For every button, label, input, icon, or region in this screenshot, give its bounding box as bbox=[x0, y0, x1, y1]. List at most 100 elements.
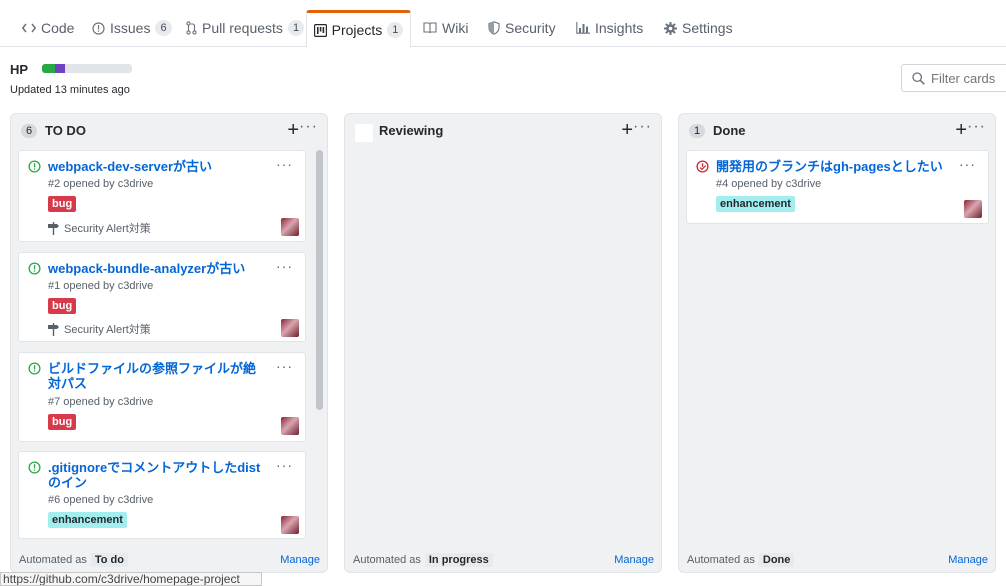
card-menu-button[interactable]: ··· bbox=[276, 258, 293, 274]
closed-issue-icon bbox=[696, 160, 709, 173]
automated-as-label: Automated as bbox=[687, 554, 755, 566]
assignee-avatar[interactable] bbox=[281, 516, 299, 534]
column-menu-button[interactable]: ··· bbox=[633, 118, 652, 136]
label-enhancement[interactable]: enhancement bbox=[716, 196, 795, 212]
manage-automation-link[interactable]: Manage bbox=[948, 554, 988, 566]
card-milestone[interactable]: Security Alert対策 bbox=[48, 321, 151, 337]
issue-card[interactable]: webpack-dev-serverが古い ··· #2 opened by c… bbox=[18, 150, 306, 242]
automation-value: To do bbox=[90, 553, 128, 567]
tab-label: Security bbox=[505, 20, 556, 36]
projects-counter: 1 bbox=[387, 22, 404, 38]
column-title: TO DO bbox=[45, 123, 86, 138]
assignee-avatar[interactable] bbox=[281, 417, 299, 435]
project-name: HP bbox=[10, 62, 29, 77]
column-card-count: 1 bbox=[689, 124, 706, 138]
tab-settings[interactable]: Settings bbox=[664, 10, 733, 46]
card-title-link[interactable]: ビルドファイルの参照ファイルが絶対パス bbox=[48, 361, 266, 391]
open-issue-icon bbox=[28, 362, 41, 375]
gear-icon bbox=[664, 21, 677, 35]
milestone-label: Security Alert対策 bbox=[64, 324, 151, 336]
column-menu-button[interactable]: ··· bbox=[299, 118, 318, 136]
column-header: 1 Done + ··· bbox=[679, 114, 995, 148]
code-icon bbox=[22, 22, 36, 34]
card-menu-button[interactable]: ··· bbox=[276, 457, 293, 473]
card-title-link[interactable]: webpack-dev-serverが古い bbox=[48, 159, 266, 174]
column-todo: 6 TO DO + ··· webpack-dev-serverが古い ··· … bbox=[10, 113, 328, 573]
open-issue-icon bbox=[28, 160, 41, 173]
issues-counter: 6 bbox=[155, 20, 172, 36]
tab-code[interactable]: Code bbox=[22, 10, 74, 46]
tab-issues[interactable]: Issues 6 bbox=[92, 10, 172, 46]
card-menu-button[interactable]: ··· bbox=[276, 358, 293, 374]
shield-icon bbox=[488, 21, 500, 35]
card-meta: #7 opened by c3drive bbox=[48, 396, 154, 408]
issue-card[interactable]: ビルドファイルの参照ファイルが絶対パス ··· #7 opened by c3d… bbox=[18, 352, 306, 442]
label-bug[interactable]: bug bbox=[48, 414, 77, 430]
card-title-link[interactable]: webpack-bundle-analyzerが古い bbox=[48, 261, 266, 276]
column-scrollbar[interactable] bbox=[316, 150, 323, 410]
card-meta: #6 opened by c3drive bbox=[48, 494, 154, 506]
automated-as-label: Automated as bbox=[19, 554, 87, 566]
automation-value: Done bbox=[758, 553, 795, 567]
filter-cards-input[interactable] bbox=[931, 70, 1006, 86]
project-icon bbox=[313, 23, 327, 37]
tab-label: Insights bbox=[595, 20, 644, 36]
tab-label: Settings bbox=[682, 20, 733, 36]
automation-value: In progress bbox=[424, 553, 493, 567]
tab-security[interactable]: Security bbox=[488, 10, 556, 46]
pull-request-icon bbox=[186, 21, 197, 35]
manage-automation-link[interactable]: Manage bbox=[280, 554, 320, 566]
tab-label: Pull requests bbox=[202, 20, 283, 36]
add-card-button[interactable]: + bbox=[287, 119, 299, 142]
column-title: Done bbox=[713, 123, 746, 138]
graph-icon bbox=[576, 22, 590, 34]
column-menu-button[interactable]: ··· bbox=[967, 118, 986, 136]
automated-as-label: Automated as bbox=[353, 554, 421, 566]
card-milestone[interactable]: Security Alert対策 bbox=[48, 220, 151, 236]
card-menu-button[interactable]: ··· bbox=[959, 156, 976, 172]
label-enhancement[interactable]: enhancement bbox=[48, 512, 127, 528]
issue-card[interactable]: .gitignoreでコメントアウトしたdistのイン ··· #6 opene… bbox=[18, 451, 306, 539]
tab-label: Issues bbox=[110, 20, 151, 36]
card-meta: #2 opened by c3drive bbox=[48, 178, 154, 190]
column-footer: Automated as To do Manage bbox=[11, 548, 327, 572]
column-done: 1 Done + ··· 開発用のブランチはgh-pagesとしたい ··· #… bbox=[678, 113, 996, 573]
search-icon bbox=[912, 71, 925, 85]
pull-requests-counter: 1 bbox=[287, 20, 305, 36]
repo-nav-tabs: Code Issues 6 Pull requests 1 Projects 1… bbox=[0, 10, 1006, 48]
open-issue-icon bbox=[28, 262, 41, 275]
column-footer: Automated as In progress Manage bbox=[345, 548, 661, 572]
milestone-icon bbox=[48, 322, 59, 336]
tab-label: Projects bbox=[331, 22, 383, 38]
card-title-link[interactable]: 開発用のブランチはgh-pagesとしたい bbox=[716, 159, 956, 174]
issue-icon bbox=[92, 21, 105, 35]
assignee-avatar[interactable] bbox=[281, 218, 299, 236]
issue-card[interactable]: webpack-bundle-analyzerが古い ··· #1 opened… bbox=[18, 252, 306, 342]
card-menu-button[interactable]: ··· bbox=[276, 156, 293, 172]
card-title-link[interactable]: .gitignoreでコメントアウトしたdistのイン bbox=[48, 460, 266, 490]
tab-pull-requests[interactable]: Pull requests 1 bbox=[186, 10, 305, 46]
milestone-label: Security Alert対策 bbox=[64, 223, 151, 235]
issue-card[interactable]: 開発用のブランチはgh-pagesとしたい ··· #4 opened by c… bbox=[686, 150, 989, 224]
open-issue-icon bbox=[28, 461, 41, 474]
column-card-count: 6 bbox=[21, 124, 38, 138]
progress-done-segment bbox=[42, 64, 55, 73]
progress-in-progress-segment bbox=[54, 64, 66, 73]
add-card-button[interactable]: + bbox=[955, 119, 967, 142]
milestone-icon bbox=[48, 221, 59, 235]
filter-cards-box[interactable] bbox=[901, 64, 1006, 92]
label-bug[interactable]: bug bbox=[48, 298, 77, 314]
tab-projects[interactable]: Projects 1 bbox=[306, 10, 411, 48]
card-meta: #4 opened by c3drive bbox=[716, 178, 822, 190]
project-updated-time: Updated 13 minutes ago bbox=[10, 84, 130, 96]
tab-label: Wiki bbox=[442, 20, 469, 36]
label-bug[interactable]: bug bbox=[48, 196, 77, 212]
book-icon bbox=[423, 22, 437, 34]
add-card-button[interactable]: + bbox=[621, 119, 633, 142]
assignee-avatar[interactable] bbox=[281, 319, 299, 337]
tab-wiki[interactable]: Wiki bbox=[423, 10, 468, 46]
manage-automation-link[interactable]: Manage bbox=[614, 554, 654, 566]
column-reviewing: Reviewing + ··· Automated as In progress… bbox=[344, 113, 662, 573]
assignee-avatar[interactable] bbox=[964, 200, 982, 218]
tab-insights[interactable]: Insights bbox=[576, 10, 643, 46]
